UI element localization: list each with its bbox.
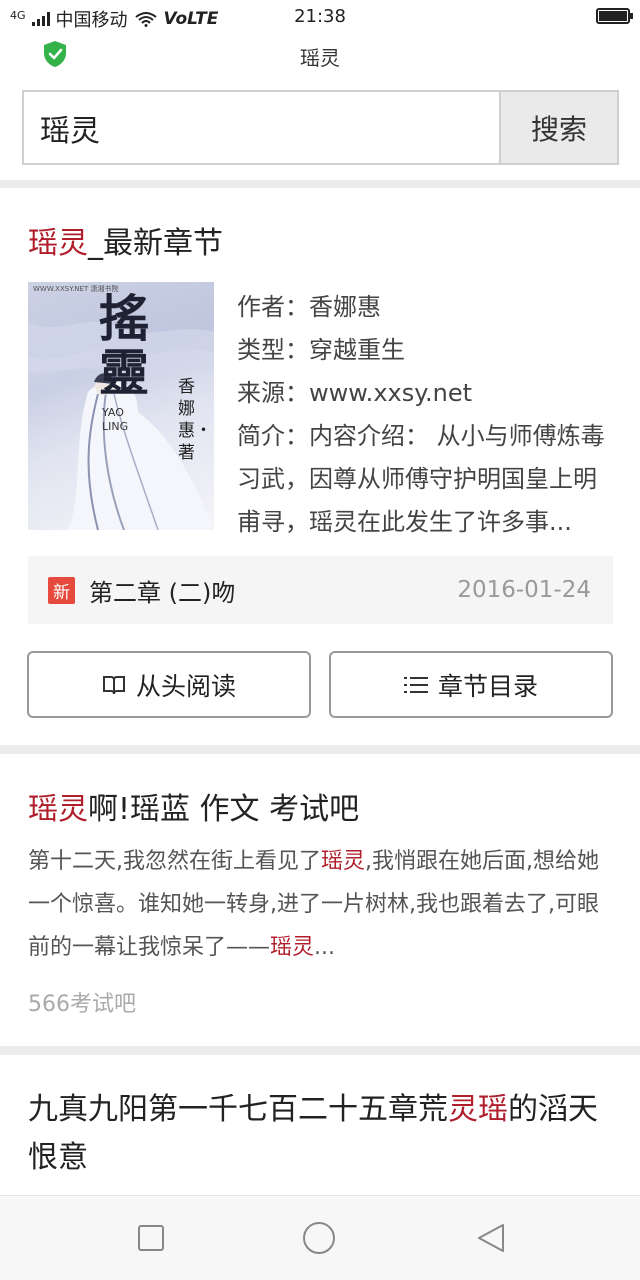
list-icon — [403, 676, 428, 693]
title-rest: _最新章节 — [88, 226, 223, 261]
author-value: 香娜惠 — [309, 293, 381, 321]
clock: 21:38 — [294, 6, 346, 27]
table-of-contents-button[interactable]: 章节目录 — [329, 651, 613, 718]
source-row: 来源：www.xxsy.net — [237, 372, 617, 415]
intro-text: 简介：内容介绍： 从小与师傅炼毒习武，因尊从师傅守护明国皇上明甫寻，瑶灵在此发生… — [237, 415, 617, 544]
latest-chapter[interactable]: 新 第二章 (二)吻 2016-01-24 — [28, 556, 613, 624]
cover-pinyin-2: LING — [102, 420, 129, 433]
snippet-highlight: 瑶灵 — [321, 849, 366, 874]
divider — [0, 1046, 640, 1055]
source-label: 来源： — [237, 379, 309, 407]
result-source: 566考试吧 — [28, 992, 136, 1017]
search-bar: 搜索 — [22, 90, 619, 165]
book-info: 作者：香娜惠 类型：穿越重生 来源：www.xxsy.net 简介：内容介绍： … — [237, 286, 617, 544]
read-button-label: 从头阅读 — [135, 671, 236, 701]
status-bar: 4G 中国移动 VoLTE 21:38 — [0, 0, 640, 34]
system-nav-bar — [0, 1195, 640, 1280]
book-open-icon — [102, 675, 125, 694]
page-title: 瑶灵 — [300, 46, 340, 70]
intro-label: 简介： — [237, 422, 309, 450]
divider — [0, 745, 640, 754]
search-input[interactable] — [24, 92, 499, 163]
cover-author: 香娜惠・著 — [178, 377, 212, 463]
result-title[interactable]: 九真九阳第一千七百二十五章荒灵瑶的滔天恨意 — [28, 1086, 618, 1182]
title-text: 九真九阳第一千七百二十五章荒 — [28, 1092, 448, 1127]
result-title[interactable]: 瑶灵啊!瑶蓝 作文 考试吧 — [28, 784, 359, 828]
battery-icon — [596, 8, 633, 24]
search-button[interactable]: 搜索 — [499, 92, 617, 163]
cover-title: 搖靈 — [99, 289, 149, 402]
result-snippet: 第十二天,我忽然在街上看见了瑶灵,我悄跟在她后面,想给她一个惊喜。谁知她一转身,… — [28, 840, 612, 969]
book-result-title[interactable]: 瑶灵_最新章节 — [28, 218, 223, 262]
read-from-start-button[interactable]: 从头阅读 — [27, 651, 311, 718]
snippet-text: 第十二天,我忽然在街上看见了 — [28, 849, 321, 874]
title-highlight: 瑶灵 — [28, 792, 88, 827]
recent-apps-icon[interactable] — [133, 1220, 169, 1256]
divider — [0, 180, 640, 188]
latest-chapter-date: 2016-01-24 — [457, 577, 591, 603]
book-cover[interactable]: WWW.XXSY.NET 潇湘书院 搖靈 YAO LING 香娜惠・著 — [28, 282, 214, 530]
latest-chapter-title: 第二章 (二)吻 — [89, 578, 236, 607]
author-label: 作者： — [237, 293, 309, 321]
genre-label: 类型： — [237, 336, 309, 364]
author-row: 作者：香娜惠 — [237, 286, 617, 329]
title-highlight: 瑶灵 — [28, 226, 88, 261]
toc-button-label: 章节目录 — [437, 671, 538, 701]
genre-row: 类型：穿越重生 — [237, 329, 617, 372]
new-badge: 新 — [48, 576, 75, 604]
browser-url-bar[interactable]: 瑶灵 — [0, 34, 640, 78]
cover-pinyin-1: YAO — [102, 406, 124, 419]
home-icon[interactable] — [301, 1220, 337, 1256]
title-rest: 啊!瑶蓝 作文 考试吧 — [88, 792, 360, 827]
snippet-highlight: 瑶灵 — [270, 935, 315, 960]
snippet-text: ... — [314, 935, 336, 960]
back-icon[interactable] — [473, 1220, 509, 1256]
title-highlight: 灵瑶 — [448, 1092, 508, 1127]
source-value: www.xxsy.net — [309, 379, 473, 407]
genre-value: 穿越重生 — [309, 336, 405, 364]
